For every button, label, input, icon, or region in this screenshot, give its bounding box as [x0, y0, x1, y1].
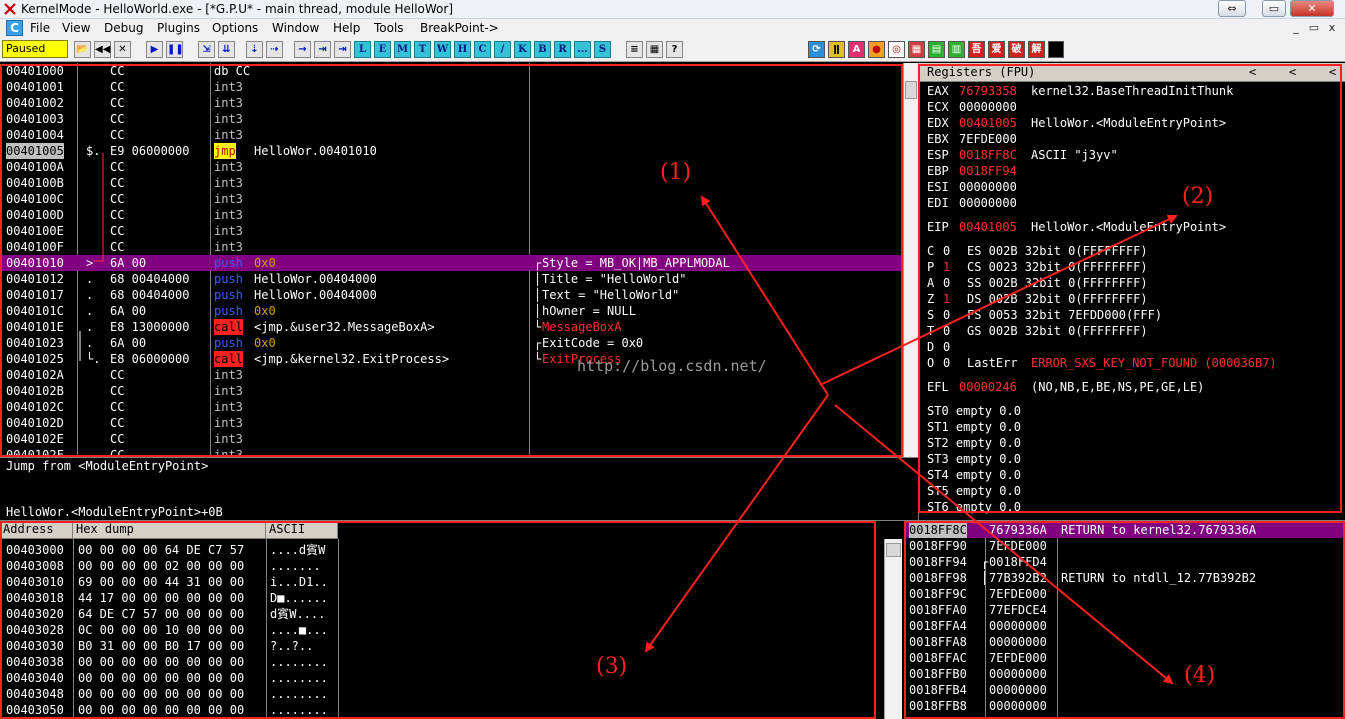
annotation-label-3: (3) — [596, 654, 628, 679]
annotation-label-1: (1) — [660, 160, 692, 185]
annotation-arrows — [644, 195, 1178, 685]
annotation-label-2: (2) — [1182, 184, 1214, 209]
debugger-window: KernelMode - HelloWorld.exe - [*G.P.U* -… — [0, 0, 1345, 719]
annotation-label-4: (4) — [1184, 663, 1216, 688]
